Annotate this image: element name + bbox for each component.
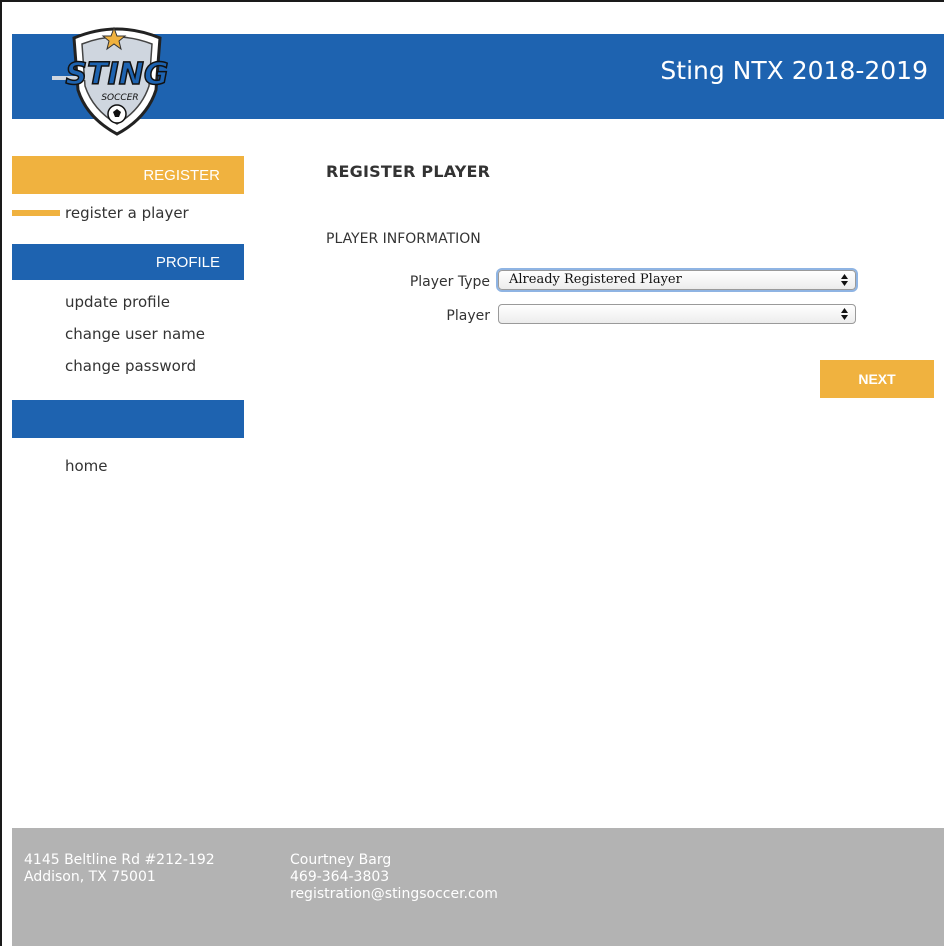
player-type-label: Player Type bbox=[409, 274, 490, 290]
sidebar-item-change-password[interactable]: change password bbox=[12, 350, 244, 382]
logo-text: STING bbox=[66, 57, 169, 92]
main-content: REGISTER PLAYER PLAYER INFORMATION Playe… bbox=[326, 156, 934, 398]
active-marker bbox=[12, 210, 60, 216]
address-line-1: 4145 Beltline Rd #212-192 bbox=[24, 852, 215, 868]
player-type-value: Already Registered Player bbox=[509, 272, 682, 287]
sting-logo[interactable]: STING SOCCER bbox=[52, 20, 182, 136]
next-button[interactable]: NEXT bbox=[820, 360, 934, 398]
page-title: REGISTER PLAYER bbox=[326, 162, 491, 181]
section-title: PLAYER INFORMATION bbox=[326, 231, 481, 247]
player-select[interactable] bbox=[498, 304, 856, 324]
site-footer: 4145 Beltline Rd #212-192 Addison, TX 75… bbox=[12, 828, 944, 946]
player-label: Player bbox=[446, 308, 490, 324]
sidebar-header-register: REGISTER bbox=[12, 156, 244, 194]
sidebar-item-update-profile[interactable]: update profile bbox=[12, 286, 244, 318]
sidebar-header-profile: PROFILE bbox=[12, 244, 244, 280]
footer-address: 4145 Beltline Rd #212-192 Addison, TX 75… bbox=[24, 852, 215, 886]
sidebar-item-label: change user name bbox=[65, 325, 205, 343]
sidebar-item-label: register a player bbox=[65, 204, 189, 222]
sidebar-item-label: home bbox=[65, 457, 108, 475]
sidebar-item-change-user-name[interactable]: change user name bbox=[12, 318, 244, 350]
sidebar-header-blank bbox=[12, 400, 244, 438]
updown-arrows-icon bbox=[841, 274, 848, 286]
player-type-select[interactable]: Already Registered Player bbox=[498, 270, 856, 290]
player-row: Player bbox=[326, 304, 926, 330]
sidebar-header-label: PROFILE bbox=[155, 253, 220, 271]
sidebar-nav: REGISTER register a player PROFILE updat… bbox=[12, 156, 244, 482]
sidebar-item-register-a-player[interactable]: register a player bbox=[12, 197, 244, 229]
address-line-2: Addison, TX 75001 bbox=[24, 869, 156, 885]
sidebar-item-label: update profile bbox=[65, 293, 170, 311]
footer-contact: Courtney Barg 469-364-3803 registration@… bbox=[290, 852, 498, 903]
player-type-row: Player Type Already Registered Player bbox=[326, 270, 926, 296]
site-header: STING SOCCER Sting NTX 2018-2019 bbox=[12, 26, 944, 136]
updown-arrows-icon bbox=[841, 308, 848, 320]
sidebar-item-home[interactable]: home bbox=[12, 450, 244, 482]
site-title: Sting NTX 2018-2019 bbox=[660, 56, 928, 85]
logo-subtext: SOCCER bbox=[101, 93, 138, 103]
contact-email[interactable]: registration@stingsoccer.com bbox=[290, 886, 498, 903]
contact-name: Courtney Barg bbox=[290, 852, 392, 868]
sidebar-header-label: REGISTER bbox=[143, 166, 220, 184]
contact-phone[interactable]: 469-364-3803 bbox=[290, 869, 498, 886]
sidebar-item-label: change password bbox=[65, 357, 197, 375]
